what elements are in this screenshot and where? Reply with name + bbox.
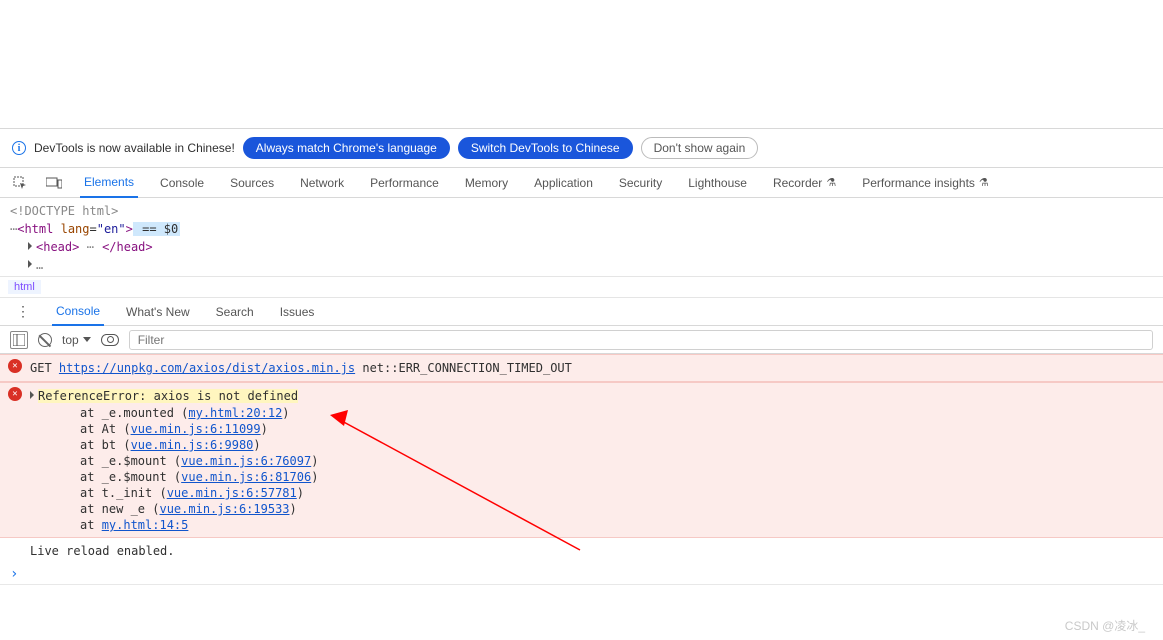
console-prompt[interactable]: › <box>0 564 1163 584</box>
notice-text: DevTools is now available in Chinese! <box>34 141 235 155</box>
tab-sources[interactable]: Sources <box>226 168 278 198</box>
console-error-row[interactable]: ✕ ReferenceError: axios is not defined a… <box>0 382 1163 538</box>
stack-frame: at At (vue.min.js:6:11099) <box>80 421 1153 437</box>
tab-console[interactable]: Console <box>156 168 208 198</box>
error-badge-icon: ✕ <box>8 359 22 373</box>
switch-language-button[interactable]: Switch DevTools to Chinese <box>458 137 633 159</box>
html-element-line[interactable]: ⋯<html lang="en"> == $0 <box>10 220 1153 238</box>
drawer-tab-whats-new[interactable]: What's New <box>122 298 194 326</box>
stack-frame: at _e.$mount (vue.min.js:6:76097) <box>80 453 1153 469</box>
error-badge-icon: ✕ <box>8 387 22 401</box>
stack-frame: at new _e (vue.min.js:6:19533) <box>80 501 1153 517</box>
tab-elements[interactable]: Elements <box>80 168 138 198</box>
console-filter-input[interactable] <box>129 330 1153 350</box>
language-notice-bar: i DevTools is now available in Chinese! … <box>0 128 1163 168</box>
stack-frame: at _e.$mount (vue.min.js:6:81706) <box>80 469 1153 485</box>
tab-performance[interactable]: Performance <box>366 168 443 198</box>
error-tail: net::ERR_CONNECTION_TIMED_OUT <box>355 361 572 375</box>
body-element-line[interactable]: … <box>10 256 1153 274</box>
tab-network[interactable]: Network <box>296 168 348 198</box>
source-link[interactable]: vue.min.js:6:11099 <box>131 422 261 436</box>
source-link[interactable]: my.html:20:12 <box>188 406 282 420</box>
console-log-row: Live reload enabled. <box>0 538 1163 564</box>
source-link[interactable]: vue.min.js:6:57781 <box>167 486 297 500</box>
devtools-main-tabs: Elements Console Sources Network Perform… <box>0 168 1163 198</box>
console-sidebar-toggle-icon[interactable] <box>10 331 28 349</box>
tab-lighthouse[interactable]: Lighthouse <box>684 168 751 198</box>
stack-frame: at t._init (vue.min.js:6:57781) <box>80 485 1153 501</box>
expand-triangle-icon[interactable] <box>28 242 32 250</box>
elements-tree[interactable]: <!DOCTYPE html> ⋯<html lang="en"> == $0 … <box>0 198 1163 276</box>
source-link[interactable]: vue.min.js:6:19533 <box>159 502 289 516</box>
device-toolbar-icon[interactable] <box>46 175 62 191</box>
dont-show-again-button[interactable]: Don't show again <box>641 137 759 159</box>
inspect-element-icon[interactable] <box>12 175 28 191</box>
clear-console-icon[interactable] <box>38 333 52 347</box>
stack-frame: at my.html:14:5 <box>80 517 1153 533</box>
expand-triangle-icon[interactable] <box>28 260 32 268</box>
stack-frame: at _e.mounted (my.html:20:12) <box>80 405 1153 421</box>
drawer-tab-issues[interactable]: Issues <box>276 298 319 326</box>
elements-breadcrumb[interactable]: html <box>0 276 1163 298</box>
live-expression-icon[interactable] <box>101 334 119 346</box>
source-link[interactable]: vue.min.js:6:81706 <box>181 470 311 484</box>
reference-error-message: ReferenceError: axios is not defined <box>38 389 298 403</box>
failed-request-url[interactable]: https://unpkg.com/axios/dist/axios.min.j… <box>59 361 355 375</box>
drawer-tab-console[interactable]: Console <box>52 298 104 326</box>
tab-recorder[interactable]: Recorder <box>769 168 840 198</box>
head-element-line[interactable]: <head> ⋯ </head> <box>10 238 1153 256</box>
always-match-button[interactable]: Always match Chrome's language <box>243 137 450 159</box>
watermark: CSDN @凌冰_ <box>1065 617 1145 634</box>
info-icon: i <box>12 141 26 155</box>
console-error-row[interactable]: ✕ GET https://unpkg.com/axios/dist/axios… <box>0 354 1163 382</box>
stack-frame: at bt (vue.min.js:6:9980) <box>80 437 1153 453</box>
source-link[interactable]: vue.min.js:6:9980 <box>131 438 254 452</box>
tab-application[interactable]: Application <box>530 168 597 198</box>
source-link[interactable]: vue.min.js:6:76097 <box>181 454 311 468</box>
context-selector[interactable]: top <box>62 333 91 347</box>
breadcrumb-html[interactable]: html <box>8 280 41 294</box>
drawer-tabs: ⋮ Console What's New Search Issues <box>0 298 1163 326</box>
expand-triangle-icon[interactable] <box>30 391 34 399</box>
get-label: GET <box>30 361 59 375</box>
tab-memory[interactable]: Memory <box>461 168 512 198</box>
drawer-menu-icon[interactable]: ⋮ <box>12 303 34 320</box>
source-link[interactable]: my.html:14:5 <box>102 518 189 532</box>
doctype-line: <!DOCTYPE html> <box>10 202 1153 220</box>
console-output: ✕ GET https://unpkg.com/axios/dist/axios… <box>0 354 1163 585</box>
drawer-tab-search[interactable]: Search <box>212 298 258 326</box>
console-toolbar: top <box>0 326 1163 354</box>
tab-performance-insights[interactable]: Performance insights <box>858 168 993 198</box>
stack-trace: at _e.mounted (my.html:20:12) at At (vue… <box>30 405 1153 533</box>
tab-security[interactable]: Security <box>615 168 666 198</box>
